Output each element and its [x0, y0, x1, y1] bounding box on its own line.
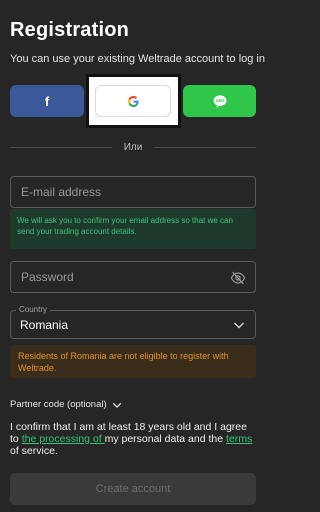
- page-title: Registration: [10, 19, 130, 41]
- facebook-icon: f: [44, 93, 50, 109]
- partner-code-toggle[interactable]: Partner code (optional): [10, 399, 122, 410]
- or-label: Или: [123, 141, 143, 153]
- password-field-container: [10, 261, 256, 293]
- create-account-button[interactable]: Create account: [10, 473, 256, 505]
- google-icon: [127, 95, 139, 107]
- chevron-down-icon: [112, 402, 121, 408]
- country-label: Country: [16, 305, 51, 314]
- processing-link[interactable]: the processing of: [22, 433, 105, 445]
- country-value: Romania: [20, 318, 69, 332]
- country-warning: Residents of Romania are not eligible to…: [10, 345, 256, 378]
- eye-off-icon[interactable]: [230, 270, 246, 286]
- consent-text-part3: of service.: [10, 445, 58, 457]
- divider-line-right: [154, 146, 257, 148]
- chevron-down-icon: [233, 322, 245, 329]
- divider-line-left: [10, 146, 112, 148]
- email-hint: We will ask you to confirm your email ad…: [10, 209, 256, 249]
- or-divider: Или: [10, 139, 257, 155]
- email-field-container: [10, 176, 256, 208]
- country-select[interactable]: Country Romania: [10, 305, 256, 339]
- google-login-button[interactable]: [95, 85, 171, 117]
- page-subtitle: You can use your existing Weltrade accou…: [10, 53, 265, 65]
- email-input[interactable]: [11, 177, 255, 207]
- password-input[interactable]: [11, 262, 255, 292]
- terms-link[interactable]: terms: [226, 433, 252, 445]
- partner-code-label: Partner code (optional): [10, 399, 107, 410]
- consent-text-part2: my personal data and the: [104, 433, 226, 445]
- line-icon: [213, 94, 226, 108]
- facebook-login-button[interactable]: f: [10, 85, 84, 117]
- line-login-button[interactable]: [183, 85, 256, 117]
- consent-text: I confirm that I am at least 18 years ol…: [10, 421, 258, 457]
